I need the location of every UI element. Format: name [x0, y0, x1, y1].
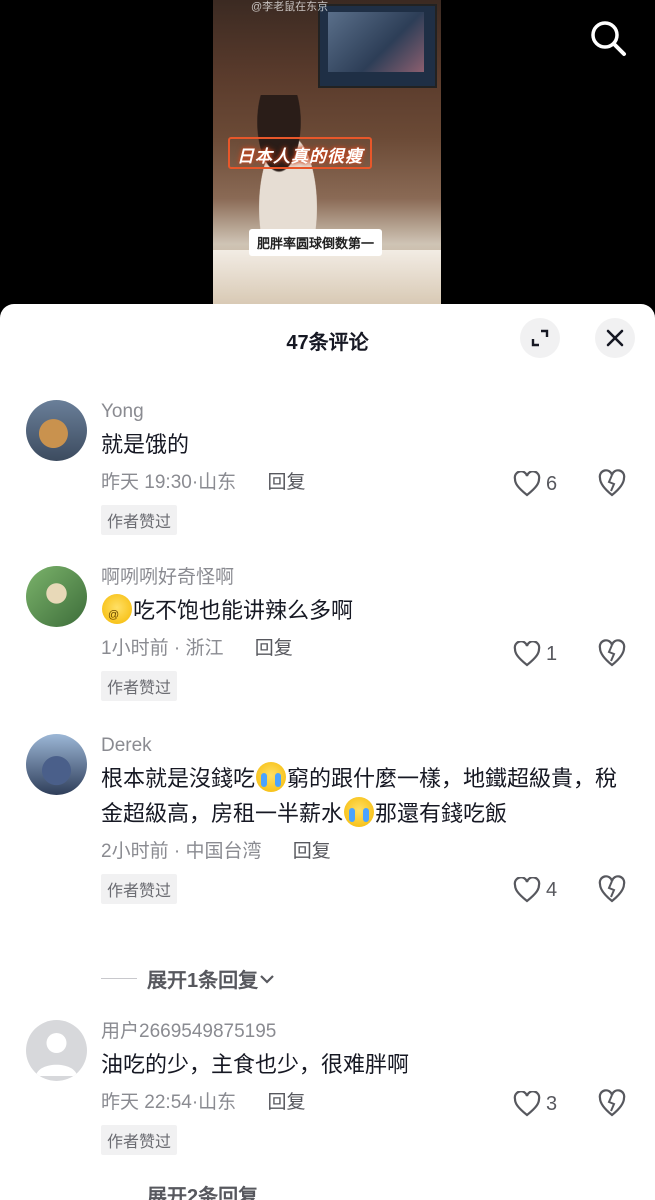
comment-text: 吃不饱也能讲辣么多啊: [101, 593, 631, 633]
avatar[interactable]: [26, 400, 87, 461]
author-liked-badge: 作者赞过: [101, 505, 178, 535]
heart-icon: [513, 1091, 541, 1117]
expand-replies-button[interactable]: 展开1条回复: [101, 964, 276, 993]
like-count: 1: [546, 642, 558, 665]
comment-text: 油吃的少，主食也少，很难胖啊: [101, 1052, 410, 1077]
comment-author[interactable]: Yong: [101, 400, 531, 424]
broken-heart-icon: [598, 875, 626, 903]
comment-author[interactable]: Derek: [101, 734, 531, 758]
comment-text: 就是饿的: [101, 432, 190, 457]
heart-icon: [513, 641, 541, 667]
expand-icon: [531, 329, 549, 347]
comment-location: 山东: [198, 1092, 237, 1113]
comment-location: 浙江: [185, 638, 224, 659]
search-icon: [591, 21, 626, 56]
comment-location: 山东: [198, 472, 237, 493]
author-liked-badge: 作者赞过: [101, 874, 178, 904]
like-button[interactable]: 3: [513, 1089, 583, 1119]
comments-sheet: 47条评论 Yong 就是饿的 昨天 19:30·山东 回复 作者赞过 6 啊咧…: [0, 304, 655, 1200]
dislike-button[interactable]: [597, 639, 629, 669]
comment-meta: 昨天 19:30·山东 回复: [101, 472, 306, 493]
video-player[interactable]: @李老鼠在东京 日本人真的很瘦 肥胖率圆球倒数第一: [0, 0, 655, 330]
crying-emoji-icon: [256, 762, 287, 792]
like-button[interactable]: 4: [513, 875, 583, 905]
crying-emoji-icon: [344, 797, 375, 827]
reply-button[interactable]: 回复: [255, 638, 293, 659]
broken-heart-icon: [598, 469, 626, 497]
comment-time: 昨天 22:54: [101, 1092, 192, 1113]
comment-time: 2小时前: [101, 841, 169, 862]
reply-button[interactable]: 回复: [293, 841, 331, 862]
broken-heart-icon: [598, 1089, 626, 1117]
like-button[interactable]: 1: [513, 639, 583, 669]
video-frame: @李老鼠在东京 日本人真的很瘦 肥胖率圆球倒数第一: [213, 0, 441, 305]
expand-replies-partial[interactable]: 展开2条回复: [147, 1180, 258, 1200]
like-count: 6: [546, 472, 558, 495]
author-liked-badge: 作者赞过: [101, 1125, 178, 1155]
video-table: [213, 250, 441, 305]
dislike-button[interactable]: [597, 1089, 629, 1119]
chevron-down-icon: [260, 974, 274, 984]
user-placeholder-icon: [36, 1033, 77, 1076]
comments-header: 47条评论: [0, 304, 655, 372]
video-subtitle: 肥胖率圆球倒数第一: [249, 229, 383, 256]
video-watermark: @李老鼠在东京: [251, 1, 329, 13]
like-count: 4: [546, 878, 558, 901]
close-icon: [606, 329, 624, 347]
heart-icon: [513, 877, 541, 903]
reply-button[interactable]: 回复: [267, 1092, 305, 1113]
comment-meta: 昨天 22:54·山东 回复: [101, 1092, 306, 1113]
like-count: 3: [546, 1092, 558, 1115]
like-button[interactable]: 6: [513, 469, 583, 499]
comment-time: 昨天 19:30: [101, 472, 192, 493]
divider-line: [101, 978, 137, 979]
close-button[interactable]: [595, 318, 635, 358]
dislike-button[interactable]: [597, 875, 629, 905]
search-button[interactable]: [586, 16, 630, 60]
comment-author[interactable]: 用户2669549875195: [101, 1020, 531, 1044]
avatar[interactable]: [26, 734, 87, 795]
reply-button[interactable]: 回复: [267, 472, 305, 493]
avatar-default[interactable]: [26, 1020, 87, 1081]
comment-author[interactable]: 啊咧咧好奇怪啊: [101, 566, 531, 590]
author-liked-badge: 作者赞过: [101, 671, 178, 701]
comment-text: 根本就是沒錢吃 窮的跟什麼一樣，地鐵超級貴，稅金超級高，房租一半薪水 那還有錢吃飯: [101, 761, 631, 831]
video-tv-scene: [318, 4, 437, 88]
avatar[interactable]: [26, 566, 87, 627]
heart-icon: [513, 471, 541, 497]
comment-meta: 2小时前 · 中国台湾 回复: [101, 841, 331, 862]
video-title-overlay: 日本人真的很瘦: [237, 147, 363, 166]
expand-sheet-button[interactable]: [520, 318, 560, 358]
comment-location: 中国台湾: [185, 841, 262, 862]
dislike-button[interactable]: [597, 469, 629, 499]
dizzy-emoji-icon: [102, 594, 132, 633]
expand-replies-label: 展开1条回复: [147, 970, 259, 992]
comment-meta: 1小时前 · 浙江 回复: [101, 638, 293, 659]
video-person: [243, 95, 333, 245]
broken-heart-icon: [598, 639, 626, 667]
comment-time: 1小时前: [101, 638, 169, 659]
